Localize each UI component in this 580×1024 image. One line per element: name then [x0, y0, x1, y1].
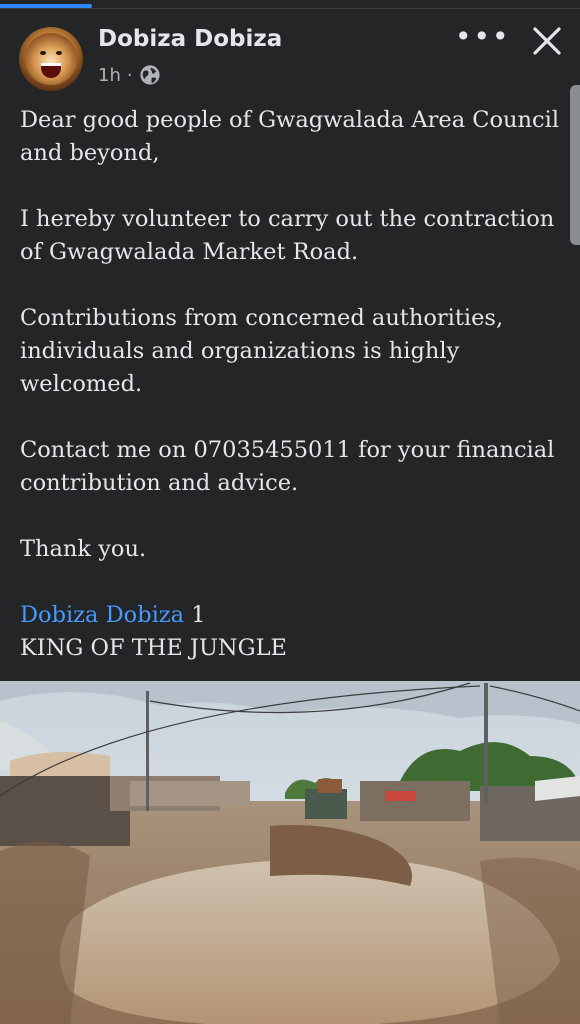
author-mention-link[interactable]: Dobiza Dobiza — [20, 602, 184, 628]
globe-icon[interactable] — [139, 64, 161, 86]
lion-eye-left — [40, 51, 46, 55]
post-paragraph: Thank you. — [20, 536, 147, 562]
post-paragraph: Dear good people of Gwagwalada Area Coun… — [20, 107, 560, 166]
market-road-photo — [0, 681, 580, 1024]
post-paragraph: Contact me on 07035455011 for your finan… — [20, 437, 555, 496]
signature-line: Dobiza Dobiza 1 — [20, 599, 565, 632]
meta-separator: · — [126, 64, 133, 86]
post-body: Dear good people of Gwagwalada Area Coun… — [20, 104, 565, 665]
post-time[interactable]: 1h — [98, 65, 121, 86]
post-meta: 1h · — [98, 64, 161, 86]
post-photo[interactable] — [0, 681, 580, 1024]
post-paragraph: Contributions from concerned authorities… — [20, 305, 504, 397]
signature-suffix: 1 — [184, 602, 206, 628]
post-header: Dobiza Dobiza 1h · ••• — [0, 10, 580, 100]
lion-eye-right — [56, 51, 62, 55]
loading-progress-bar — [0, 4, 92, 8]
author-name[interactable]: Dobiza Dobiza — [98, 26, 282, 52]
more-options-icon[interactable]: ••• — [455, 23, 511, 51]
scrollbar[interactable] — [570, 85, 580, 245]
close-icon[interactable] — [530, 24, 564, 58]
signature-title: KING OF THE JUNGLE — [20, 635, 287, 661]
post-paragraph: I hereby volunteer to carry out the cont… — [20, 206, 555, 265]
avatar[interactable] — [19, 27, 83, 91]
